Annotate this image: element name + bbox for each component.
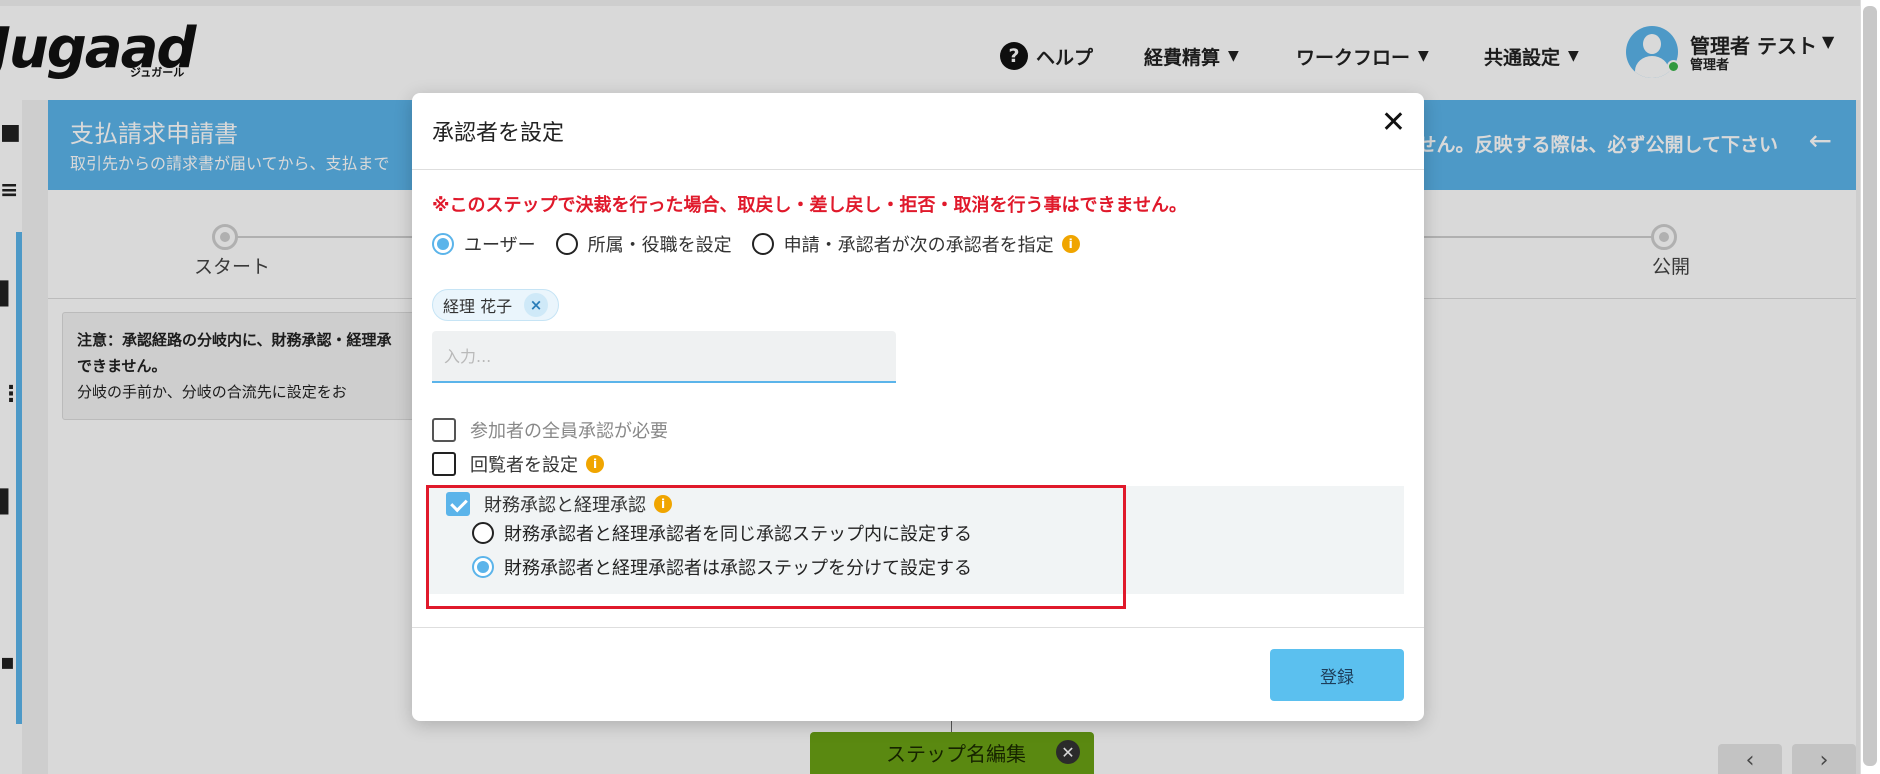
user-search-input[interactable] [432, 331, 896, 383]
checkbox-all-approval-label: 参加者の全員承認が必要 [470, 421, 668, 442]
radio-finance-separate-label: 財務承認者と経理承認者は承認ステップを分けて設定する [504, 558, 972, 579]
submit-button[interactable]: 登録 [1270, 649, 1404, 701]
check-icon[interactable] [446, 492, 470, 516]
radio-department[interactable]: 所属・役職を設定 [555, 231, 732, 257]
radio-finance-separate-indicator[interactable] [472, 556, 494, 578]
close-icon[interactable]: ✕ [1381, 105, 1406, 140]
info-icon[interactable]: i [1061, 235, 1080, 253]
radio-user[interactable]: ユーザー [432, 231, 536, 257]
checkbox-finance[interactable]: 財務承認と経理承認 i [446, 491, 672, 517]
radio-next-approver-label: 申請・承認者が次の承認者を指定 [783, 235, 1054, 256]
selected-user-tag: 経理 花子 × [432, 289, 560, 321]
radio-finance-separate-step[interactable]: 財務承認者と経理承認者は承認ステップを分けて設定する [472, 554, 972, 580]
radio-next-approver[interactable]: 申請・承認者が次の承認者を指定 i [751, 231, 1080, 257]
radio-user-label: ユーザー [464, 235, 536, 256]
radio-next-approver-indicator[interactable] [751, 233, 774, 255]
radio-finance-same-indicator[interactable] [472, 522, 494, 544]
checkbox-all-approval[interactable]: 参加者の全員承認が必要 [432, 417, 668, 443]
checkbox-viewer[interactable]: 回覧者を設定 i [432, 451, 604, 477]
info-icon[interactable]: i [654, 495, 672, 513]
checkbox-all-approval-box[interactable] [432, 418, 456, 442]
approver-modal: 承認者を設定 ✕ ※このステップで決裁を行った場合、取戻し・差し戻し・拒否・取消… [412, 93, 1424, 721]
tag-remove-icon[interactable]: × [524, 293, 549, 317]
info-icon[interactable]: i [586, 455, 604, 473]
radio-user-indicator[interactable] [432, 233, 454, 255]
radio-department-label: 所属・役職を設定 [587, 235, 732, 256]
radio-finance-same-label: 財務承認者と経理承認者を同じ承認ステップ内に設定する [504, 524, 972, 545]
radio-finance-same-step[interactable]: 財務承認者と経理承認者を同じ承認ステップ内に設定する [472, 520, 972, 546]
tag-label: 経理 花子 [443, 297, 513, 316]
checkbox-finance-label: 財務承認と経理承認 [484, 495, 646, 516]
radio-department-indicator[interactable] [555, 233, 578, 255]
checkbox-viewer-box[interactable] [432, 452, 456, 476]
modal-divider [412, 169, 1424, 170]
modal-divider [412, 627, 1424, 628]
approver-type-group: ユーザー 所属・役職を設定 申請・承認者が次の承認者を指定 i [432, 231, 1100, 257]
checkbox-viewer-label: 回覧者を設定 [470, 455, 578, 476]
scrollbar-thumb[interactable] [1863, 6, 1877, 766]
warning-text: ※このステップで決裁を行った場合、取戻し・差し戻し・拒否・取消を行う事はできませ… [432, 195, 1187, 216]
modal-title: 承認者を設定 [432, 121, 565, 146]
